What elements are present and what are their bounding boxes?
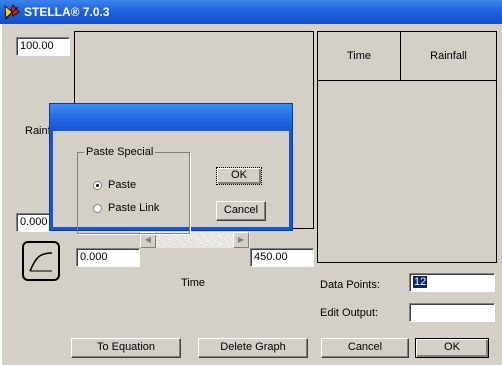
data-table[interactable]: Time Rainfall xyxy=(317,31,497,263)
paste-link-option-label[interactable]: Paste Link xyxy=(108,202,159,214)
x-axis-label: Time xyxy=(181,277,206,289)
graph-horizontal-scrollbar[interactable]: ◀ ▶ xyxy=(140,232,250,248)
scroll-left-arrow[interactable]: ◀ xyxy=(140,232,156,248)
x-min-field[interactable]: 0.000 xyxy=(76,248,140,267)
table-header-time: Time xyxy=(318,32,401,80)
edit-output-field[interactable] xyxy=(409,303,495,322)
y-max-field[interactable]: 100.00 xyxy=(16,37,70,56)
y-max-value: 100.00 xyxy=(20,40,54,52)
table-header-rainfall: Rainfall xyxy=(430,50,467,62)
x-max-field[interactable]: 450.00 xyxy=(250,248,314,267)
y-min-value: 0.000 xyxy=(20,216,48,228)
stella-app-icon xyxy=(4,4,20,20)
edit-output-label: Edit Output: xyxy=(320,307,379,319)
data-points-value: 12 xyxy=(413,276,428,288)
delete-graph-button[interactable]: Delete Graph xyxy=(198,338,308,358)
paste-special-group: Paste Special Paste Paste Link xyxy=(77,146,190,234)
graph-type-icon[interactable] xyxy=(22,241,60,281)
to-equation-button[interactable]: To Equation xyxy=(71,338,181,358)
y-min-field[interactable]: 0.000 xyxy=(16,213,50,232)
paste-option-label[interactable]: Paste xyxy=(108,179,136,191)
scroll-thumb[interactable] xyxy=(156,234,232,246)
data-points-field[interactable]: 12 xyxy=(409,273,495,292)
curve-icon xyxy=(29,252,53,272)
dialog-body: Paste Special Paste Paste Link OK Cancel xyxy=(53,131,289,234)
paste-special-group-title: Paste Special xyxy=(84,146,156,158)
ok-button[interactable]: OK xyxy=(415,338,489,358)
scroll-right-arrow[interactable]: ▶ xyxy=(233,232,249,248)
x-max-value: 450.00 xyxy=(254,251,288,263)
dialog-cancel-button[interactable]: Cancel xyxy=(216,201,266,221)
paste-link-radio[interactable] xyxy=(93,204,102,213)
paste-special-dialog: Paste Special Paste Paste Link OK Cancel xyxy=(49,103,293,234)
data-points-label: Data Points: xyxy=(320,279,380,291)
dialog-ok-button[interactable]: OK xyxy=(216,167,262,185)
title-bar: STELLA® 7.0.3 xyxy=(0,0,502,24)
x-min-value: 0.000 xyxy=(80,251,108,263)
table-header: Time Rainfall xyxy=(318,32,496,81)
paste-radio[interactable] xyxy=(93,181,102,190)
dialog-title-bar[interactable] xyxy=(50,104,292,130)
y-axis-label: Rainf xyxy=(25,125,51,137)
cancel-button[interactable]: Cancel xyxy=(321,338,409,358)
window-title: STELLA® 7.0.3 xyxy=(24,5,110,19)
